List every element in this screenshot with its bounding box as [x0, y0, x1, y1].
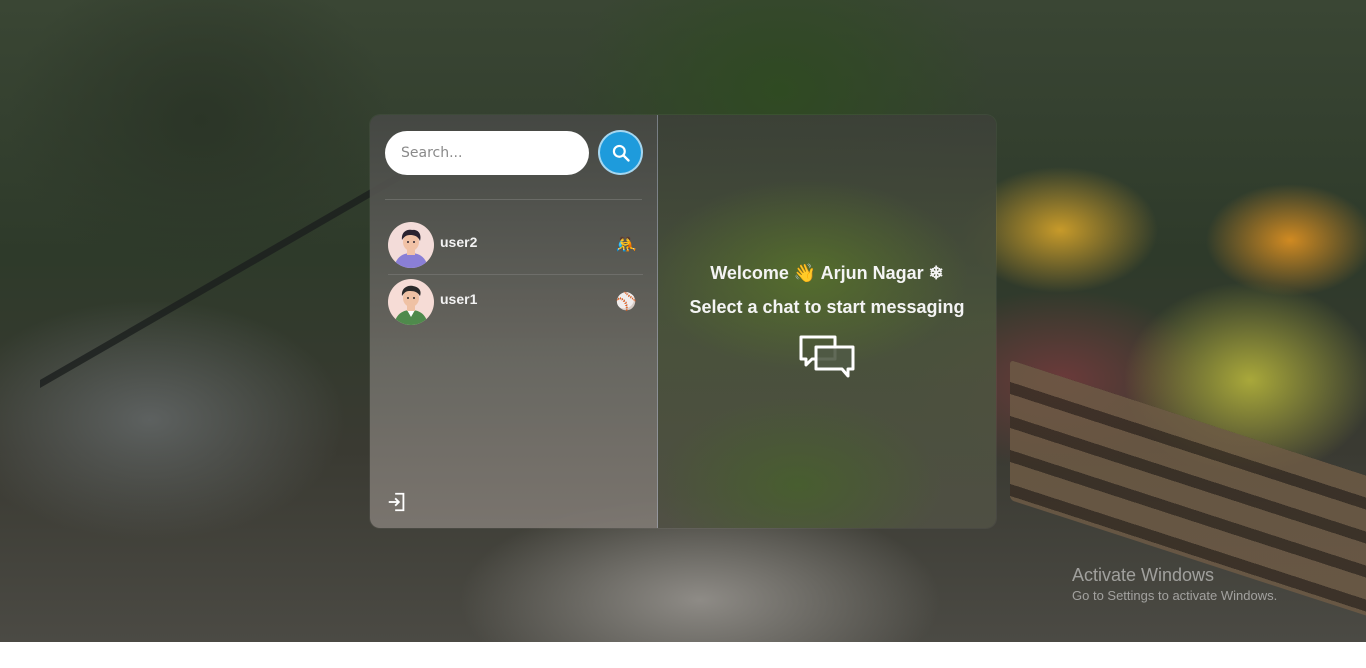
conversation-name: user1: [440, 291, 478, 307]
message-container: Welcome 👋 Arjun Nagar ❄ Select a chat to…: [658, 115, 996, 528]
sidebar-divider: [385, 199, 642, 200]
conversation-item[interactable]: user1 ⚾: [388, 276, 643, 328]
conversation-emoji: ⚾: [615, 292, 637, 312]
chat-bubbles-icon: [798, 334, 856, 385]
search-form: [385, 130, 643, 175]
activate-windows-watermark: Activate Windows Go to Settings to activ…: [1072, 565, 1277, 603]
conversation-divider: [388, 274, 643, 275]
search-button[interactable]: [598, 130, 643, 175]
search-icon: [612, 144, 630, 162]
watermark-title: Activate Windows: [1072, 565, 1215, 585]
avatar: [388, 222, 434, 268]
conversation-name: user2: [440, 234, 478, 250]
welcome-subtitle: Select a chat to start messaging: [689, 297, 965, 317]
logout-button[interactable]: [386, 491, 408, 513]
search-input[interactable]: [385, 130, 589, 175]
watermark-subtitle: Go to Settings to activate Windows.: [1072, 588, 1278, 603]
logout-icon: [388, 492, 405, 512]
chat-app-window: user2 🤼 user1 ⚾: [370, 115, 996, 528]
conversation-emoji: 🤼: [615, 235, 637, 255]
conversation-item[interactable]: user2 🤼: [388, 219, 643, 275]
welcome-greeting: Welcome 👋 Arjun Nagar ❄: [710, 263, 944, 283]
no-chat-selected: Welcome 👋 Arjun Nagar ❄ Select a chat to…: [658, 258, 996, 385]
sidebar: user2 🤼 user1 ⚾: [370, 115, 658, 528]
avatar: [388, 279, 434, 325]
